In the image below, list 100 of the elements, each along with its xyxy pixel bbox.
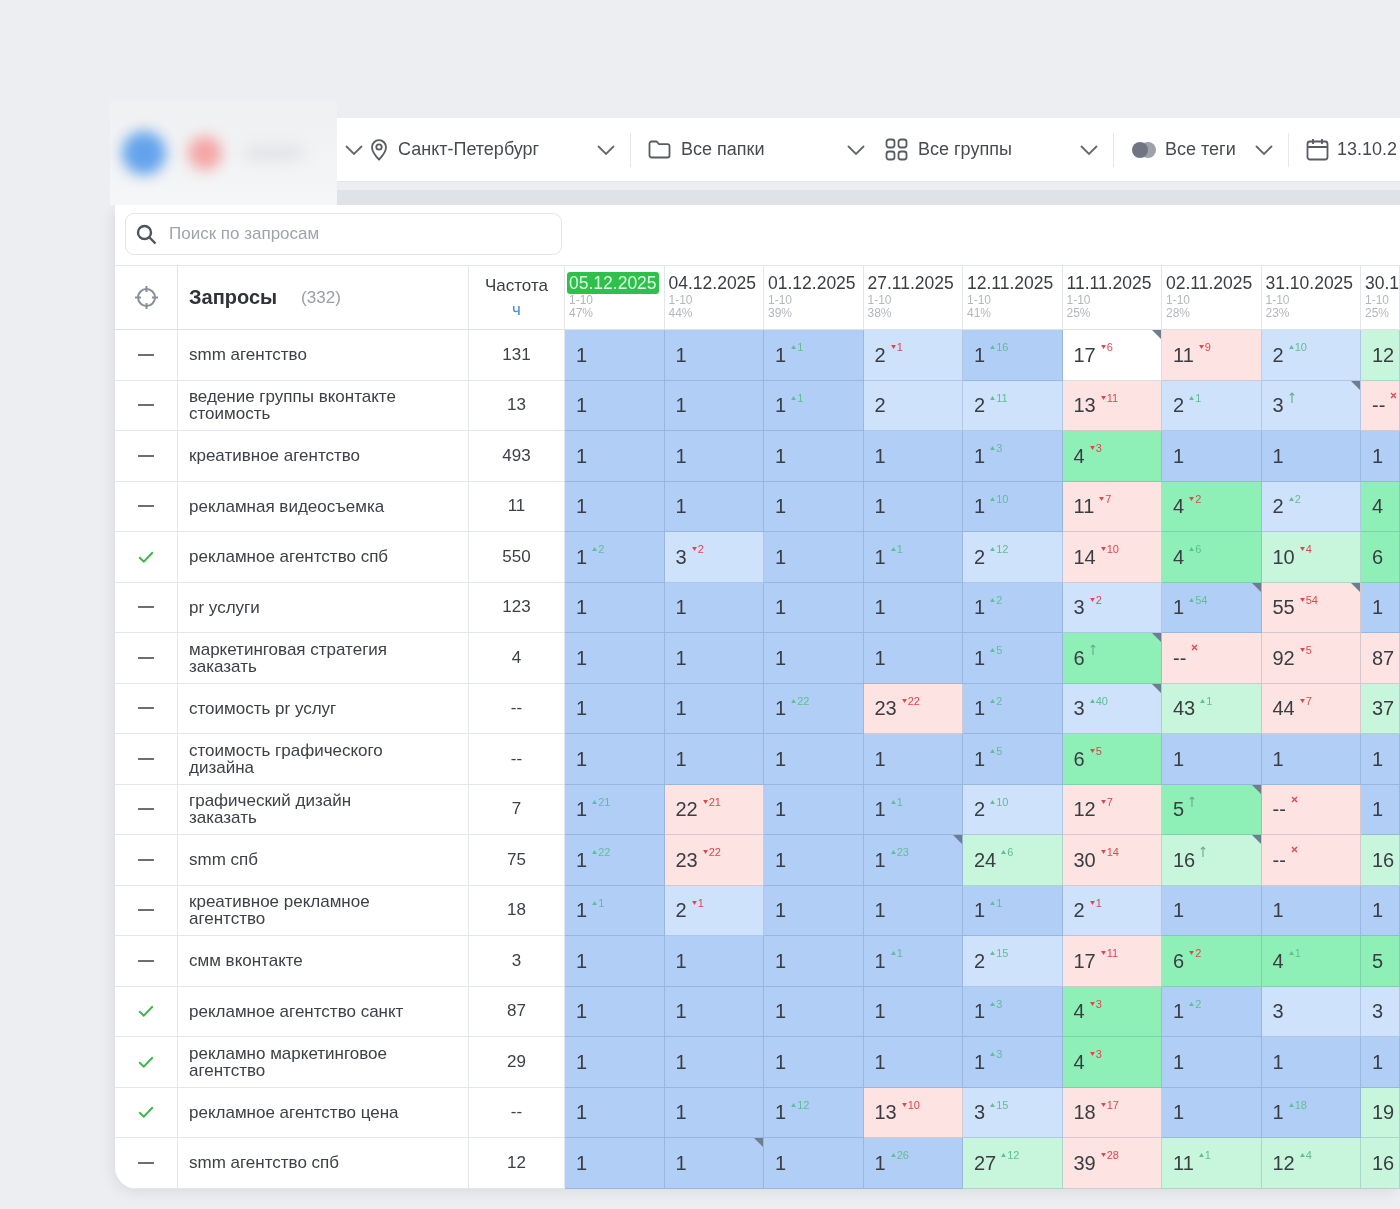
triangle-up-icon (791, 698, 797, 703)
rank-change: 9 (1204, 341, 1211, 353)
triangle-up-icon (1288, 1102, 1294, 1107)
date-header[interactable]: 27.11.2025 (865, 272, 956, 294)
rank-change: 2 (996, 593, 1003, 606)
rank-value: 5 (1173, 797, 1185, 822)
frequency-value: 123 (502, 597, 531, 618)
rank-value: 1 (874, 1150, 886, 1175)
group-dropdown[interactable]: Все группы (885, 129, 1098, 170)
top-share: 23% (1264, 307, 1290, 320)
rank-value: 1 (675, 645, 687, 670)
rank-value: 1 (675, 999, 687, 1024)
folder-dropdown[interactable]: Все папки (648, 129, 865, 170)
rank-value: 1 (1173, 443, 1185, 468)
location-pin-icon (370, 138, 388, 161)
triangle-down-icon (1089, 446, 1095, 450)
triangle-down-icon (1299, 648, 1305, 652)
rank-value: 1 (775, 1150, 787, 1175)
date-header[interactable]: 01.12.2025 (766, 272, 858, 294)
date-header[interactable]: 04.12.2025 (666, 272, 759, 294)
triangle-up-icon (1001, 1153, 1007, 1157)
query-text: стоимость графического дизайна (189, 741, 384, 776)
rank-value: 1 (775, 847, 787, 872)
rank-change: 14 (1106, 846, 1119, 858)
frequency-value: -- (510, 698, 523, 719)
triangle-down-icon (1100, 850, 1106, 854)
rank-value: 1 (874, 898, 886, 923)
triangle-up-icon (1001, 850, 1007, 854)
rank-value: 1 (974, 746, 986, 771)
rank-value: -- (1372, 393, 1386, 418)
rank-value: 1 (675, 1100, 687, 1125)
rank-value: 1 (576, 797, 588, 822)
rank-value: 10 (1272, 544, 1295, 569)
crosshair-icon[interactable] (133, 285, 159, 310)
rank-value: 1 (576, 443, 588, 468)
triangle-up-icon (990, 345, 996, 349)
rank-value: 4 (1272, 948, 1284, 973)
triangle-down-icon (1100, 345, 1106, 349)
triangle-up-icon (1288, 951, 1294, 955)
rank-value: 87 (1372, 645, 1395, 670)
rank-value: 1 (1173, 595, 1185, 620)
triangle-down-icon (1100, 1153, 1106, 1157)
rank-change: 1 (1204, 1149, 1211, 1161)
rank-value: 1 (1173, 746, 1185, 771)
date-header[interactable]: 11.11.2025 (1064, 272, 1154, 294)
location-dropdown[interactable]: Санкт-Петербург (370, 129, 615, 170)
top-share: 25% (1364, 307, 1390, 320)
grid-icon (885, 138, 908, 161)
rank-value: 2 (1073, 898, 1085, 923)
rank-value: 17 (1073, 342, 1096, 367)
rank-change: 21 (708, 795, 721, 808)
query-text: рекламное агентство спб (189, 548, 389, 566)
frequency-value: 550 (502, 546, 531, 567)
rank-value: 1 (874, 595, 886, 620)
rank-value: 1 (1173, 1049, 1185, 1074)
rank-change: 7 (1305, 694, 1312, 707)
rank-change: 2 (598, 543, 605, 555)
rank-change: 22 (797, 694, 810, 707)
search-field[interactable]: Поиск по запросам (125, 213, 562, 255)
rank-value: 2 (974, 393, 986, 418)
date-header[interactable]: 12.11.2025 (965, 272, 1056, 294)
date-range-button[interactable]: 13.10.2 (1306, 129, 1398, 170)
position-range: 1-10 (767, 294, 793, 307)
rank-value: 1 (1173, 999, 1185, 1024)
rank-value: 19 (1372, 1100, 1395, 1125)
column-title: Частота (485, 275, 548, 296)
rank-value: 1 (675, 1150, 687, 1175)
rank-value: 1 (775, 898, 787, 923)
rank-value: 1 (576, 1150, 588, 1175)
date-header[interactable]: 02.11.2025 (1164, 272, 1255, 294)
chevron-down-icon[interactable] (345, 144, 363, 155)
rank-change: 5 (1305, 644, 1312, 656)
rank-change: 11 (996, 391, 1008, 404)
triangle-down-icon (1299, 597, 1305, 602)
rank-value: 1 (675, 1049, 687, 1074)
tag-dropdown[interactable]: Все теги (1131, 129, 1273, 170)
folder-icon (648, 140, 671, 159)
date-header[interactable]: 31.10.2025 (1263, 272, 1356, 294)
rank-value: 92 (1272, 645, 1295, 670)
rank-value: 17 (1073, 948, 1096, 973)
rank-value: 27 (974, 1150, 997, 1175)
frequency-value: 29 (507, 1051, 526, 1072)
triangle-down-icon (1089, 900, 1095, 905)
position-range: 1-10 (568, 294, 594, 307)
triangle-up-icon (1189, 395, 1195, 400)
frequency-value: 7 (511, 799, 522, 820)
rank-value: 1 (775, 595, 787, 620)
triangle-up-icon (1189, 547, 1195, 551)
arrow-up-icon (1089, 644, 1096, 655)
frequency-value: 493 (502, 445, 531, 466)
rank-change: 10 (1106, 543, 1119, 555)
position-range: 1-10 (1364, 294, 1390, 307)
rank-value: 1 (874, 645, 886, 670)
rank-change: 1 (797, 341, 804, 353)
triangle-down-icon (1089, 597, 1095, 602)
rank-value: -- (1272, 797, 1286, 822)
frequency-unit-link[interactable]: ч (512, 299, 521, 320)
date-header[interactable]: 30.1 (1363, 272, 1400, 294)
rank-change: 1 (996, 896, 1003, 909)
triangle-up-icon (990, 698, 996, 703)
